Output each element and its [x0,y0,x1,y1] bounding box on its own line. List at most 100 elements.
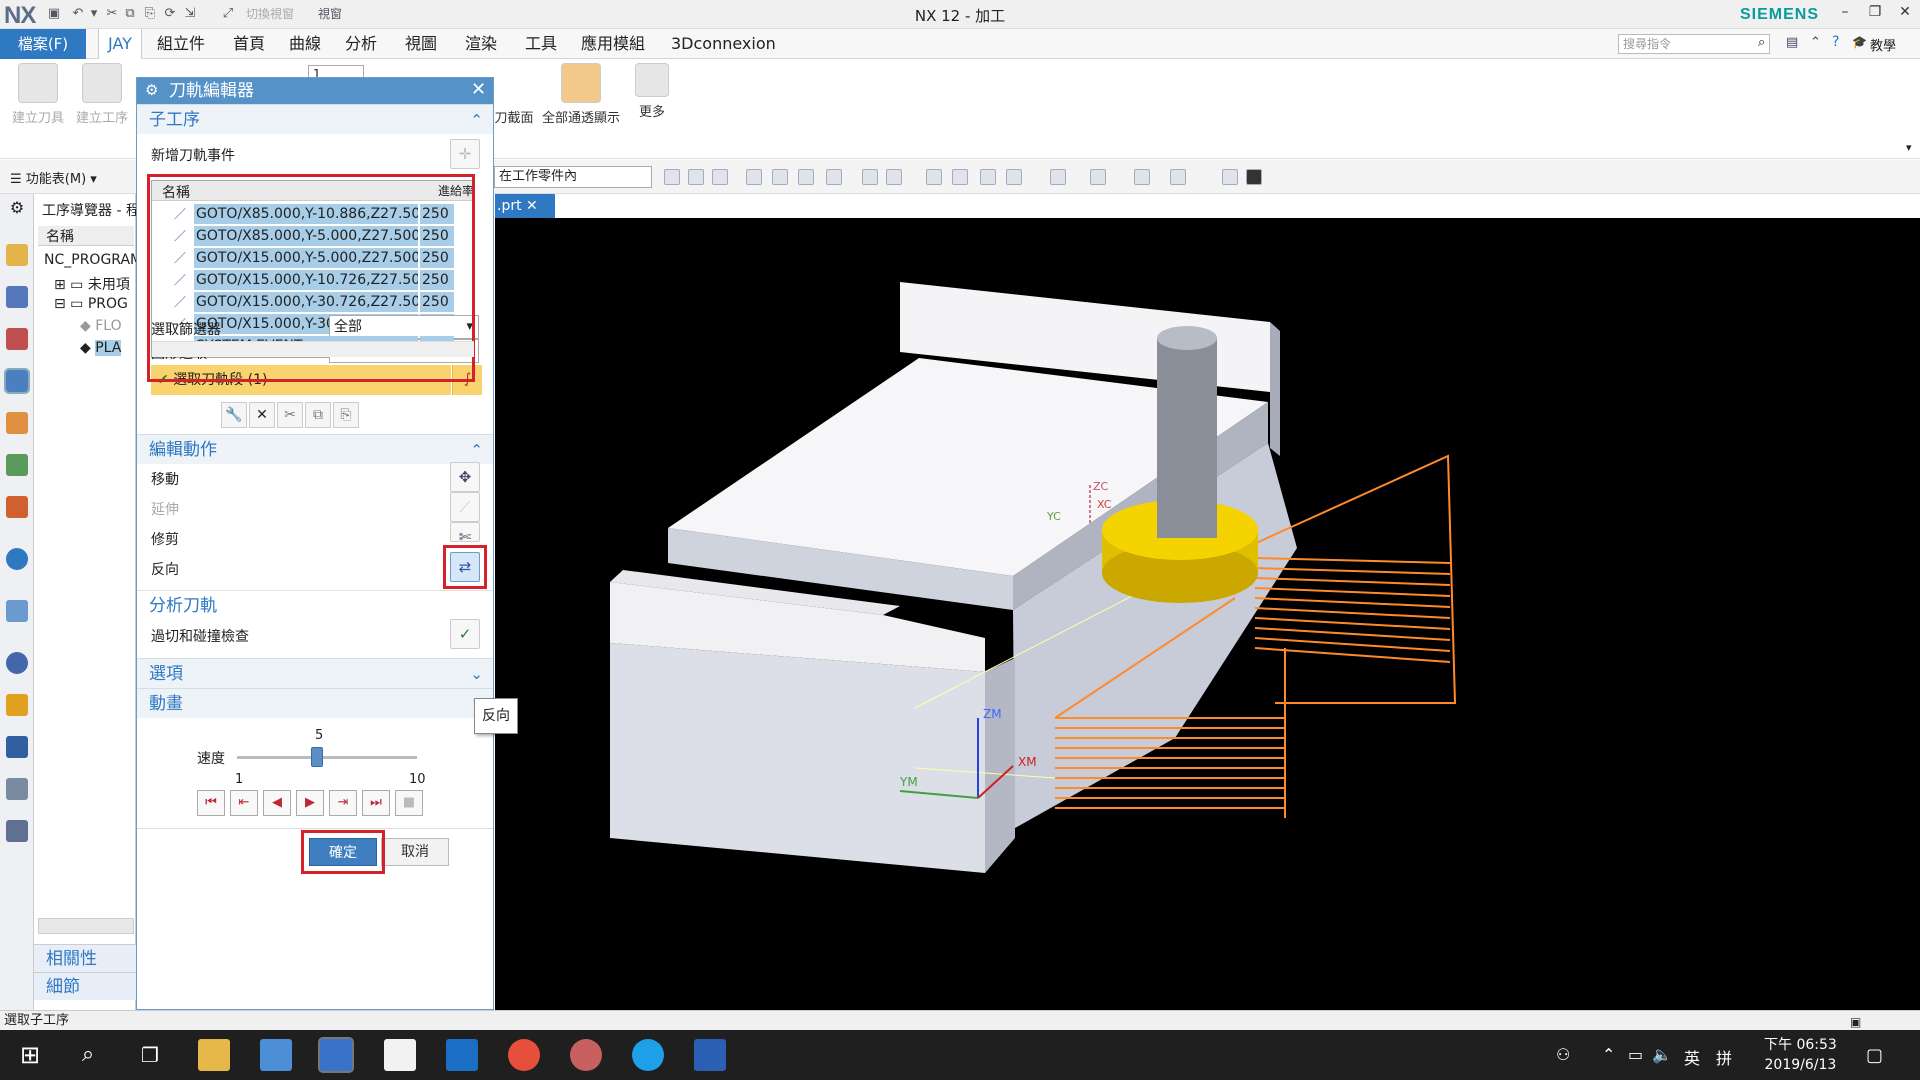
add-event-button[interactable]: ✛ [450,139,480,169]
app-icon-1[interactable] [260,1039,292,1071]
machine-navigator-icon[interactable] [6,412,28,434]
chevron-up-icon[interactable]: ⌃ [470,105,483,135]
selection-scope-dropdown[interactable]: 在工作零件內 [494,166,652,188]
nav-item-nc-program[interactable]: NC_PROGRAM [40,252,136,268]
more-button[interactable]: 更多 [632,63,672,120]
copy-icon[interactable]: ⧉ [305,402,331,428]
sticky-notes-icon[interactable] [384,1039,416,1071]
tab-tools[interactable]: 工具 [516,29,566,59]
part-file-tab[interactable]: .prt ✕ [495,194,555,218]
outlook-icon[interactable] [446,1039,478,1071]
menu-button[interactable]: ☰ 功能表(M) ▾ [10,168,97,187]
toolbar-icon-7[interactable] [826,169,842,185]
step-back-button[interactable]: ⇤ [230,790,258,816]
roles-icon[interactable] [6,778,28,800]
tab-3dconnexion[interactable]: 3Dconnexion [662,29,785,59]
nav-item-unused[interactable]: ⊞ ▭ 未用項 [40,274,136,294]
tab-view[interactable]: 視圖 [396,29,446,59]
file-menu[interactable]: 檔案(F) [0,29,86,59]
section-analyze-toolpath[interactable]: 分析刀軌 [137,590,493,620]
search-icon[interactable]: ⌕ [72,1039,104,1071]
move-button[interactable]: ✥ [450,462,480,492]
toolbar-icon-3[interactable] [712,169,728,185]
play-first-button[interactable]: ⏮ [197,790,225,816]
section-button[interactable]: 刀截面 [494,107,534,126]
tray-chevron-icon[interactable]: ⌃ [1602,1045,1615,1064]
ime-language[interactable]: 英 [1684,1045,1700,1069]
system-materials-icon[interactable] [6,820,28,842]
view-icon[interactable]: ▤ [1786,35,1798,50]
info-icon[interactable] [6,548,28,570]
toolbar-icon-8[interactable] [862,169,878,185]
tab-analysis[interactable]: 分析 [336,29,386,59]
hd3d-icon[interactable] [6,496,28,518]
dialog-close-icon[interactable]: ✕ [471,79,486,100]
tab-home[interactable]: 首頁 [224,29,274,59]
list-horizontal-scrollbar[interactable] [152,341,474,357]
training-label[interactable]: 教學 [1870,35,1896,54]
step-forward-button[interactable]: ⇥ [329,790,357,816]
toolbar-icon-15[interactable] [1090,169,1106,185]
web-browser-icon[interactable] [6,600,28,622]
assembly-navigator-icon[interactable] [6,286,28,308]
app-icon-2[interactable] [570,1039,602,1071]
cancel-button[interactable]: 取消 [381,838,449,866]
internet-explorer-icon[interactable] [632,1039,664,1071]
toolbar-icon-17[interactable] [1170,169,1186,185]
process-studio-icon[interactable] [6,736,28,758]
create-operation-button[interactable]: 建立工序 [70,63,134,126]
chrome-icon[interactable] [508,1039,540,1071]
people-icon[interactable]: ⚇ [1556,1045,1570,1064]
cut-icon[interactable]: ✂ [277,402,303,428]
show-all-transparent-button[interactable]: 全部通透顯示 [536,63,626,126]
delete-icon[interactable]: ✕ [249,402,275,428]
clock[interactable]: 下午 06:53 2019/6/13 [1764,1035,1837,1075]
toolbar-icon-9[interactable] [886,169,902,185]
toolbar-icon-6[interactable] [798,169,814,185]
section-animation[interactable]: 動畫⌃ [137,688,493,718]
toolbar-icon-10[interactable] [926,169,942,185]
tab-jay[interactable]: JAY [98,29,142,59]
volume-icon[interactable]: 🔈 [1652,1045,1672,1064]
history-icon[interactable] [6,652,28,674]
toolbar-icon-13[interactable] [1006,169,1022,185]
extend-button[interactable]: ⟋ [450,492,480,522]
collapse-ribbon-icon[interactable]: ⌃ [1810,35,1821,50]
notification-icon[interactable]: ▢ [1866,1045,1883,1066]
relations-panel[interactable]: 相關性 [34,944,136,972]
navigator-scrollbar[interactable] [38,918,134,934]
create-tool-button[interactable]: 建立刀具 [6,63,70,126]
paste-icon[interactable]: ⎘ [333,402,359,428]
gouge-check-button[interactable]: ✓ [450,619,480,649]
reuse-library-icon[interactable] [6,454,28,476]
tab-assemblies[interactable]: 組立件 [148,29,214,59]
edit-wrench-icon[interactable]: 🔧 [221,402,247,428]
tab-curve[interactable]: 曲線 [280,29,330,59]
toolbar-icon-16[interactable] [1134,169,1150,185]
operation-navigator-icon[interactable] [4,368,30,394]
file-explorer-icon[interactable] [198,1039,230,1071]
constraint-navigator-icon[interactable] [6,328,28,350]
settings-gear-icon[interactable]: ⚙ [6,198,28,220]
speed-slider-track[interactable] [237,756,417,759]
tab-render[interactable]: 渲染 [456,29,506,59]
task-view-icon[interactable]: ❐ [134,1039,166,1071]
chevron-down-icon[interactable]: ⌄ [470,659,483,689]
battery-icon[interactable]: ▭ [1628,1045,1643,1064]
nav-item-flo[interactable]: ◆ FLO [40,318,136,334]
toolbar-icon-5[interactable] [772,169,788,185]
dialog-settings-gear-icon[interactable]: ⚙ [145,81,158,99]
nx-taskbar-icon[interactable] [318,1037,354,1073]
nav-item-program[interactable]: ⊟ ▭ PROG [40,296,136,312]
graphics-window[interactable]: ZC YC XC ZM YM XM [495,218,1920,1010]
minimize-button[interactable]: – [1830,4,1860,20]
help-icon[interactable]: ? [1832,34,1839,50]
section-sub-operation[interactable]: 子工序 ⌃ [137,104,493,134]
toolbar-icon-12[interactable] [980,169,996,185]
restore-button[interactable]: ❐ [1860,4,1890,20]
play-last-button[interactable]: ⏭ [362,790,390,816]
play-reverse-button[interactable]: ◀ [263,790,291,816]
ribbon-options-icon[interactable]: ▾ [1906,141,1912,154]
word-icon[interactable] [694,1039,726,1071]
wireframe-icon[interactable] [1222,169,1238,185]
